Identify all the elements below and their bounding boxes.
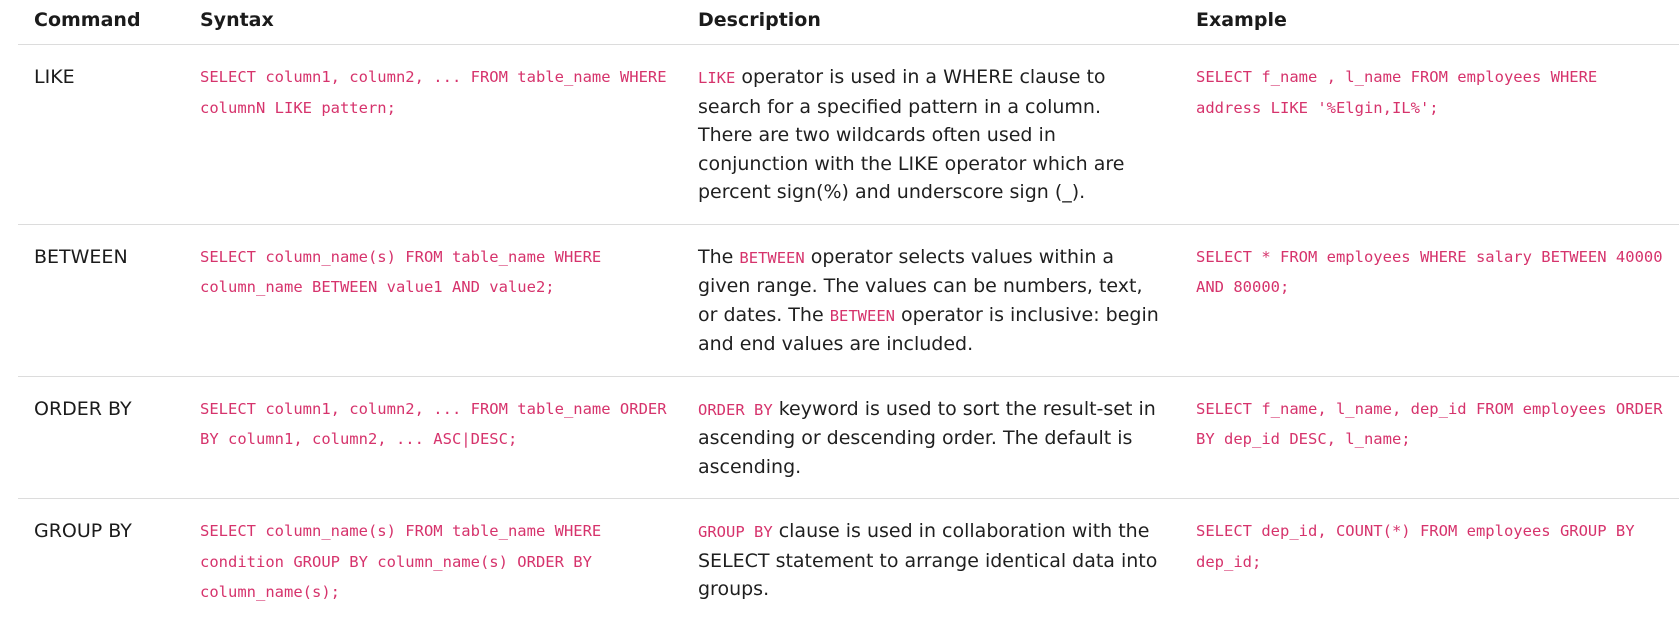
description-keyword: ORDER BY <box>698 400 773 419</box>
header-row: Command Syntax Description Example <box>18 0 1679 45</box>
header-command: Command <box>18 0 184 45</box>
syntax-cell: SELECT column1, column2, ... FROM table_… <box>184 44 682 225</box>
description-text: operator is used in a WHERE clause to se… <box>698 66 1106 118</box>
header-description: Description <box>682 0 1180 45</box>
sql-commands-table: Command Syntax Description Example LIKE … <box>18 0 1679 625</box>
command-cell: BETWEEN <box>18 224 184 377</box>
table-row-order-by: ORDER BY SELECT column1, column2, ... FR… <box>18 376 1679 499</box>
syntax-cell: SELECT column1, column2, ... FROM table_… <box>184 376 682 499</box>
table-row-group-by: GROUP BY SELECT column_name(s) FROM tabl… <box>18 499 1679 625</box>
description-keyword: LIKE <box>698 69 736 87</box>
table-body: LIKE SELECT column1, column2, ... FROM t… <box>18 44 1679 625</box>
description-cell: The BETWEEN operator selects values with… <box>682 224 1180 377</box>
description-cell: LIKE operator is used in a WHERE clause … <box>682 44 1180 225</box>
table-row-between: BETWEEN SELECT column_name(s) FROM table… <box>18 224 1679 377</box>
table-row-like: LIKE SELECT column1, column2, ... FROM t… <box>18 44 1679 225</box>
header-syntax: Syntax <box>184 0 682 45</box>
command-cell: ORDER BY <box>18 376 184 499</box>
description-cell: ORDER BY keyword is used to sort the res… <box>682 376 1180 499</box>
description-cell: GROUP BY clause is used in collaboration… <box>682 499 1180 625</box>
description-keyword: BETWEEN <box>829 306 896 325</box>
syntax-cell: SELECT column_name(s) FROM table_name WH… <box>200 522 602 601</box>
command-cell: LIKE <box>18 44 184 225</box>
example-cell: SELECT f_name , l_name FROM employees WH… <box>1180 44 1679 225</box>
description-extra: There are two wildcards often used in co… <box>698 124 1125 203</box>
description-prefix: The <box>698 245 740 268</box>
example-cell: SELECT * FROM employees WHERE salary BET… <box>1180 224 1679 377</box>
syntax-cell: SELECT column_name(s) FROM table_name WH… <box>184 224 682 377</box>
command-cell: GROUP BY <box>34 520 132 542</box>
description-keyword: GROUP BY <box>698 523 773 541</box>
header-example: Example <box>1180 0 1679 45</box>
example-cell: SELECT dep_id, COUNT(*) FROM employees G… <box>1196 522 1635 571</box>
table-header: Command Syntax Description Example <box>18 0 1679 45</box>
example-cell: SELECT f_name, l_name, dep_id FROM emplo… <box>1180 376 1679 499</box>
sql-commands-sheet: Command Syntax Description Example LIKE … <box>0 0 1679 621</box>
description-keyword: BETWEEN <box>739 248 805 267</box>
